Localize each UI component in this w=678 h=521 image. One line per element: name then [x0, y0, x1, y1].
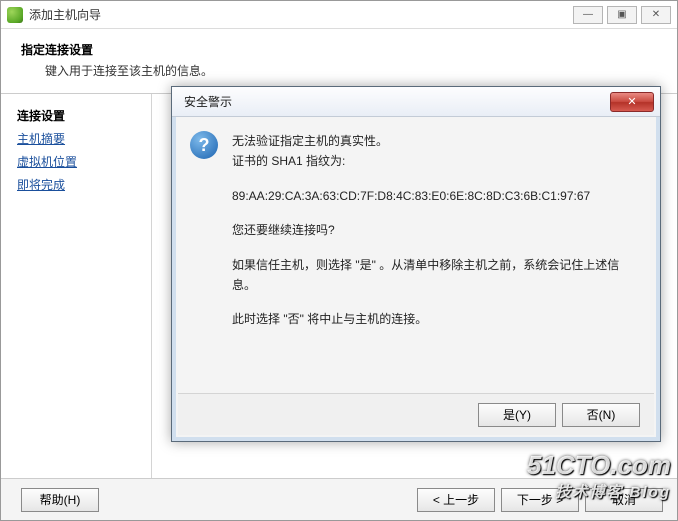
dialog-title: 安全警示 [184, 93, 610, 110]
wizard-button-bar: 帮助(H) < 上一步 下一步 > 取消 [1, 478, 677, 520]
vsphere-icon [7, 7, 23, 23]
wizard-header: 指定连接设置 键入用于连接至该主机的信息。 [1, 29, 677, 94]
security-alert-dialog: 安全警示 ✕ ? 无法验证指定主机的真实性。 证书的 SHA1 指纹为: 89:… [171, 86, 661, 442]
dialog-body: ? 无法验证指定主机的真实性。 证书的 SHA1 指纹为: 89:AA:29:C… [172, 117, 660, 354]
wizard-title: 添加主机向导 [29, 6, 573, 23]
back-button[interactable]: < 上一步 [417, 488, 495, 512]
step-vm-location[interactable]: 虚拟机位置 [17, 150, 141, 173]
header-title: 指定连接设置 [21, 41, 657, 58]
window-controls: — ▣ ✕ [573, 6, 671, 24]
yes-button[interactable]: 是(Y) [478, 403, 556, 427]
cancel-button[interactable]: 取消 [585, 488, 663, 512]
wizard-titlebar: 添加主机向导 — ▣ ✕ [1, 1, 677, 29]
minimize-button[interactable]: — [573, 6, 603, 24]
next-button[interactable]: 下一步 > [501, 488, 579, 512]
dialog-line-abort: 此时选择 "否" 将中止与主机的连接。 [232, 309, 640, 329]
dialog-line-authenticity: 无法验证指定主机的真实性。 [232, 134, 388, 148]
maximize-button[interactable]: ▣ [607, 6, 637, 24]
header-subtitle: 键入用于连接至该主机的信息。 [45, 62, 657, 79]
dialog-line-trust: 如果信任主机，则选择 "是" 。从清单中移除主机之前，系统会记住上述信息。 [232, 255, 640, 296]
dialog-close-button[interactable]: ✕ [610, 92, 654, 112]
close-icon: ✕ [627, 95, 636, 108]
step-host-summary[interactable]: 主机摘要 [17, 127, 141, 150]
dialog-fingerprint: 89:AA:29:CA:3A:63:CD:7F:D8:4C:83:E0:6E:8… [232, 186, 640, 206]
step-ready-to-complete[interactable]: 即将完成 [17, 173, 141, 196]
dialog-button-bar: 是(Y) 否(N) [178, 393, 654, 435]
dialog-message: 无法验证指定主机的真实性。 证书的 SHA1 指纹为: 89:AA:29:CA:… [232, 131, 640, 344]
no-button[interactable]: 否(N) [562, 403, 640, 427]
question-icon: ? [190, 131, 218, 159]
help-button[interactable]: 帮助(H) [21, 488, 99, 512]
dialog-line-sha1-label: 证书的 SHA1 指纹为: [232, 154, 345, 168]
dialog-titlebar[interactable]: 安全警示 ✕ [172, 87, 660, 117]
step-connection-settings[interactable]: 连接设置 [17, 104, 141, 127]
dialog-line-continue: 您还要继续连接吗? [232, 220, 640, 240]
close-window-button[interactable]: ✕ [641, 6, 671, 24]
wizard-steps-sidebar: 连接设置 主机摘要 虚拟机位置 即将完成 [1, 94, 151, 494]
